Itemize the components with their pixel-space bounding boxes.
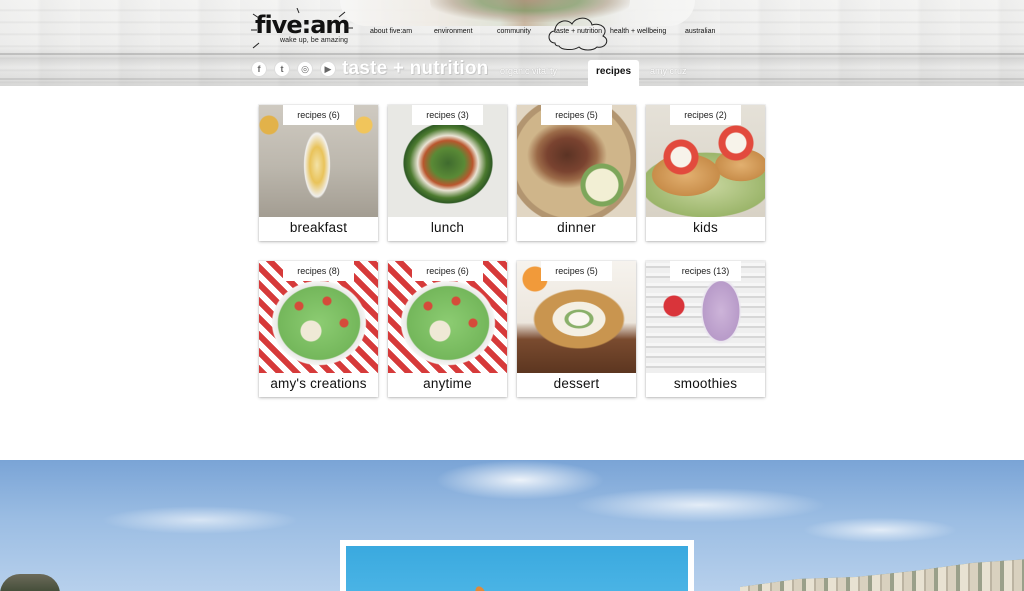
recipe-count-badge: recipes (8) [283,261,354,281]
category-label: lunch [430,220,465,235]
category-card-breakfast[interactable]: recipes (6) breakfast [259,105,378,241]
recipe-count-badge: recipes (5) [541,105,612,125]
logo-tagline: wake up, be amazing [280,37,349,44]
nav-item-community[interactable]: community [497,28,531,35]
headland-left [0,574,60,591]
wood-plank-divider [0,78,1024,80]
swimmer-figure [473,584,489,591]
category-label: smoothies [673,376,738,391]
category-card-anytime[interactable]: recipes (6) anytime [388,261,507,397]
section-title: taste + nutrition [342,58,489,79]
category-card-kids[interactable]: recipes (2) kids [646,105,765,241]
subnav-item-organic-vitality[interactable]: organic vitality [500,66,557,76]
subnav-item-amy-cruz[interactable]: amy cruz [650,66,687,76]
featured-photo [346,546,688,591]
category-card-smoothies[interactable]: recipes (13) smoothies [646,261,765,397]
nav-item-about[interactable]: about five:am [370,28,412,35]
nav-item-taste-nutrition[interactable]: taste + nutrition [554,28,602,35]
wood-plank-divider [0,53,1024,55]
recipe-count-badge: recipes (6) [283,105,354,125]
category-label: kids [693,220,718,235]
five-am-logo[interactable]: five:am wake up, be amazing [251,8,355,52]
subnav-item-recipes[interactable]: recipes [588,60,640,86]
nav-item-environment[interactable]: environment [434,28,473,35]
category-label: breakfast [289,220,348,235]
recipe-count-badge: recipes (3) [412,105,483,125]
featured-photo-frame[interactable] [340,540,694,591]
header-hero-image [340,0,695,26]
category-label: dessert [553,376,600,391]
category-card-amys-creations[interactable]: recipes (8) amy's creations [259,261,378,397]
logo-wordmark: five:am [255,11,350,39]
category-label: anytime [423,376,472,391]
category-card-lunch[interactable]: recipes (3) lunch [388,105,507,241]
instagram-icon[interactable]: ◎ [297,61,313,77]
footer-hero-image [0,460,1024,591]
nav-item-health-wellbeing[interactable]: health + wellbeing [610,28,666,35]
category-card-dinner[interactable]: recipes (5) dinner [517,105,636,241]
recipe-count-badge: recipes (13) [670,261,741,281]
coastal-town [740,559,1024,591]
facebook-icon[interactable]: f [251,61,267,77]
category-label: amy's creations [270,376,367,391]
recipe-count-badge: recipes (5) [541,261,612,281]
youtube-icon[interactable]: ▶ [320,61,336,77]
twitter-icon[interactable]: t [274,61,290,77]
recipe-count-badge: recipes (2) [670,105,741,125]
site-header: five:am wake up, be amazing about five:a… [0,0,1024,86]
category-label: dinner [557,220,596,235]
recipe-count-badge: recipes (6) [412,261,483,281]
category-card-dessert[interactable]: recipes (5) dessert [517,261,636,397]
nav-item-australian[interactable]: australian [685,28,715,35]
